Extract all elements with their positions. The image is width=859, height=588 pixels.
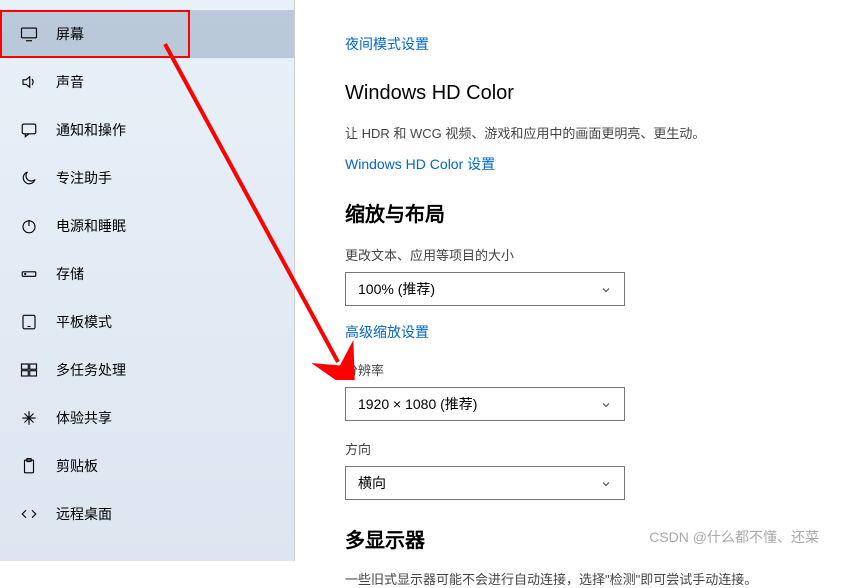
sidebar-item-clipboard[interactable]: 剪贴板	[0, 442, 294, 490]
sidebar-item-sound[interactable]: 声音	[0, 58, 294, 106]
sidebar-item-shared-experiences[interactable]: 体验共享	[0, 394, 294, 442]
resolution-field-label: 分辨率	[345, 360, 859, 379]
multi-display-heading: 多显示器	[345, 524, 859, 553]
hd-color-heading: Windows HD Color	[345, 82, 859, 105]
settings-main-panel: 夜间模式设置 Windows HD Color 让 HDR 和 WCG 视频、游…	[295, 0, 859, 561]
orientation-dropdown[interactable]: 横向	[345, 466, 625, 500]
share-icon	[20, 409, 38, 427]
sidebar-item-label: 声音	[56, 72, 84, 92]
resolution-dropdown[interactable]: 1920 × 1080 (推荐)	[345, 387, 625, 421]
sidebar-item-label: 屏幕	[56, 24, 84, 44]
sidebar-item-label: 电源和睡眠	[56, 216, 126, 236]
storage-icon	[20, 265, 38, 283]
moon-icon	[20, 169, 38, 187]
message-icon	[20, 121, 38, 139]
sidebar-item-remote-desktop[interactable]: 远程桌面	[0, 490, 294, 538]
scale-dropdown-value: 100% (推荐)	[358, 279, 435, 299]
chevron-down-icon	[600, 283, 612, 295]
orientation-field-label: 方向	[345, 439, 859, 458]
orientation-dropdown-value: 横向	[358, 473, 386, 493]
power-icon	[20, 217, 38, 235]
scale-dropdown[interactable]: 100% (推荐)	[345, 272, 625, 306]
resolution-dropdown-value: 1920 × 1080 (推荐)	[358, 394, 477, 414]
sidebar-item-label: 通知和操作	[56, 120, 126, 140]
multi-display-description: 一些旧式显示器可能不会进行自动连接，选择"检测"即可尝试手动连接。	[345, 569, 775, 588]
sidebar-item-label: 存储	[56, 264, 84, 284]
sidebar-item-label: 体验共享	[56, 408, 112, 428]
speaker-icon	[20, 73, 38, 91]
sidebar-item-label: 远程桌面	[56, 504, 112, 524]
sidebar-item-label: 平板模式	[56, 312, 112, 332]
sidebar-item-label: 多任务处理	[56, 360, 126, 380]
multitask-icon	[20, 361, 38, 379]
sidebar-item-storage[interactable]: 存储	[0, 250, 294, 298]
sidebar-item-multitasking[interactable]: 多任务处理	[0, 346, 294, 394]
hd-color-description: 让 HDR 和 WCG 视频、游戏和应用中的画面更明亮、更生动。	[345, 123, 775, 142]
clipboard-icon	[20, 457, 38, 475]
monitor-icon	[20, 25, 38, 43]
chevron-down-icon	[600, 398, 612, 410]
sidebar-item-label: 专注助手	[56, 168, 112, 188]
chevron-down-icon	[600, 477, 612, 489]
sidebar-item-label: 剪贴板	[56, 456, 98, 476]
settings-sidebar: 屏幕 声音 通知和操作 专注助手 电源和睡眠 存储 平板模式 多任务处理	[0, 0, 295, 561]
sidebar-item-power[interactable]: 电源和睡眠	[0, 202, 294, 250]
sidebar-item-tablet[interactable]: 平板模式	[0, 298, 294, 346]
hd-color-settings-link[interactable]: Windows HD Color 设置	[345, 154, 495, 174]
night-mode-link[interactable]: 夜间模式设置	[345, 34, 429, 54]
tablet-icon	[20, 313, 38, 331]
sidebar-item-focus-assist[interactable]: 专注助手	[0, 154, 294, 202]
sidebar-item-notifications[interactable]: 通知和操作	[0, 106, 294, 154]
sidebar-item-display[interactable]: 屏幕	[0, 10, 294, 58]
scale-layout-heading: 缩放与布局	[345, 198, 859, 227]
scale-field-label: 更改文本、应用等项目的大小	[345, 245, 859, 264]
remote-icon	[20, 505, 38, 523]
advanced-scaling-link[interactable]: 高级缩放设置	[345, 322, 429, 342]
